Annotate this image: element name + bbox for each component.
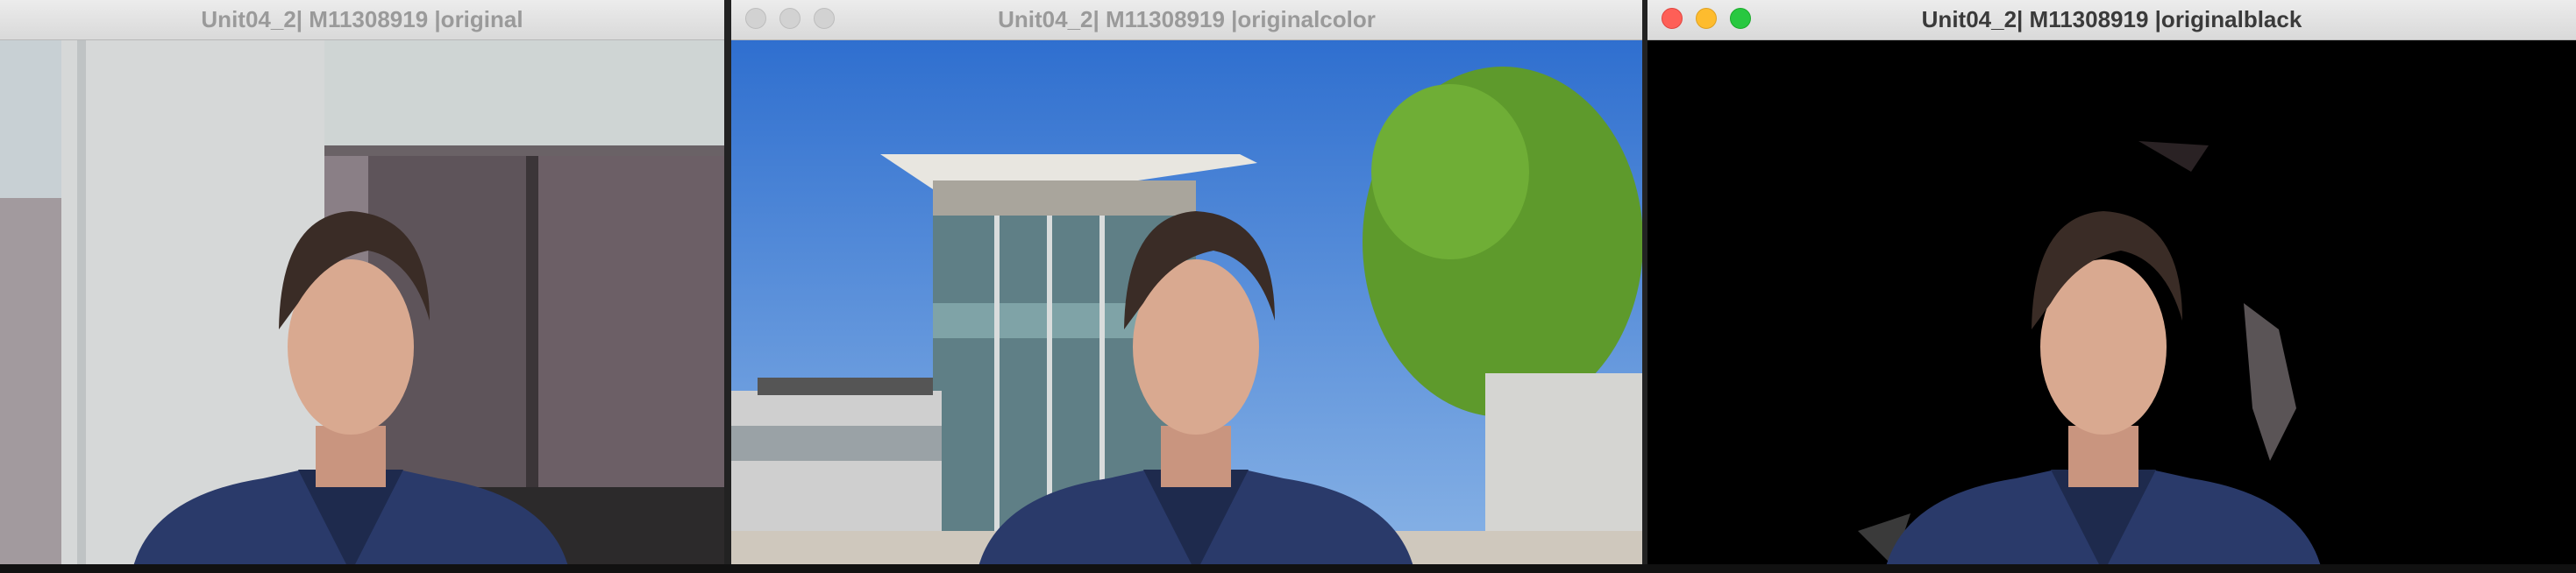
image-view-original — [0, 40, 724, 573]
background-dock-strip — [0, 564, 2576, 573]
window-title: Unit04_2| M11308919 |original — [201, 6, 523, 32]
image-view-originalblack — [1647, 40, 2576, 573]
window-gap — [724, 0, 731, 573]
window-original[interactable]: Unit04_2| M11308919 |original — [0, 0, 724, 573]
window-title: Unit04_2| M11308919 |originalcolor — [998, 6, 1376, 32]
window-title: Unit04_2| M11308919 |originalblack — [1921, 6, 2302, 32]
titlebar[interactable]: Unit04_2| M11308919 |original — [0, 0, 724, 40]
window-originalblack[interactable]: Unit04_2| M11308919 |originalblack — [1647, 0, 2576, 573]
titlebar[interactable]: Unit04_2| M11308919 |originalblack — [1647, 0, 2576, 40]
titlebar[interactable]: Unit04_2| M11308919 |originalcolor — [731, 0, 1642, 40]
image-view-originalcolor — [731, 40, 1642, 573]
window-originalcolor[interactable]: Unit04_2| M11308919 |originalcolor — [731, 0, 1642, 573]
